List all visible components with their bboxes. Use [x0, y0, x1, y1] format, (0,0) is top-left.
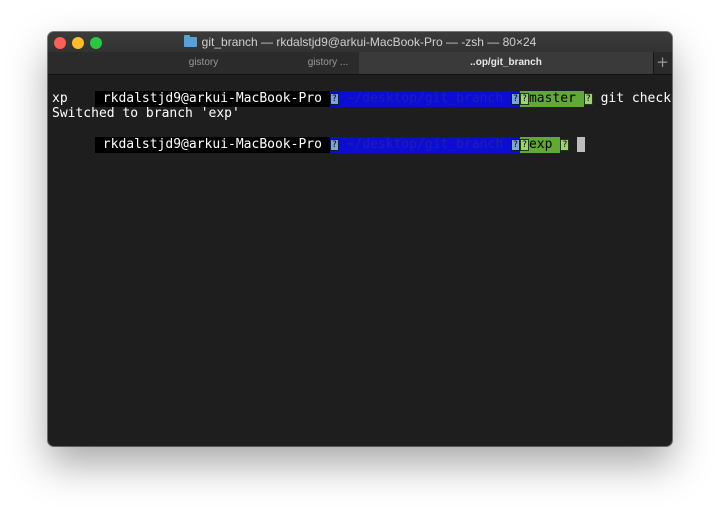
plus-icon: + [656, 53, 669, 71]
branch-icon: ? [519, 93, 529, 105]
prompt-path: ? ~/desktop/git_branch ? [329, 91, 520, 107]
prompt-path: ? ~/desktop/git_branch ? [329, 137, 520, 153]
prompt-path-text: ~/desktop/git_branch [338, 137, 511, 152]
prompt-path-icon: ? [329, 93, 339, 105]
window-title-text: git_branch — rkdalstjd9@arkui-MacBook-Pr… [201, 35, 537, 49]
folder-icon [183, 35, 197, 47]
prompt-end-glyph: ? [583, 93, 593, 105]
prompt-end-icon: ? [560, 137, 570, 153]
tab-bar: gistory gistory ... ..op/git_branch + [48, 52, 672, 75]
git-branch-icon: ? [510, 93, 520, 105]
command-text: git checkout e [593, 91, 672, 107]
tab-gistory-truncated[interactable]: gistory ... [297, 52, 359, 74]
prompt-end-glyph: ? [560, 139, 570, 151]
command-output: Switched to branch 'exp' [52, 106, 240, 121]
branch-icon: ? [519, 139, 529, 151]
tab-git-branch[interactable]: ..op/git_branch [359, 52, 654, 74]
wrapped-command: xp [52, 91, 68, 106]
tab-label: gistory [188, 57, 219, 68]
prompt-user: rkdalstjd9@arkui-MacBook-Pro [94, 137, 330, 153]
git-branch-icon: ? [510, 139, 520, 151]
command-value: git checkout e [600, 91, 672, 106]
window-title: git_branch — rkdalstjd9@arkui-MacBook-Pr… [48, 35, 672, 49]
text-cursor [577, 137, 586, 152]
tab-label: ..op/git_branch [470, 57, 542, 68]
prompt-branch: ? exp [519, 137, 561, 153]
prompt-line-current: rkdalstjd9@arkui-MacBook-Pro ? ~/desktop… [48, 121, 586, 153]
prompt-user: rkdalstjd9@arkui-MacBook-Pro [94, 91, 330, 107]
tab-label: gistory ... [307, 57, 349, 68]
prompt-branch-text: master [528, 91, 584, 106]
prompt-end-icon: ? [583, 91, 593, 107]
prompt-path-text: ~/desktop/git_branch [338, 91, 511, 106]
terminal-window: git_branch — rkdalstjd9@arkui-MacBook-Pr… [48, 32, 672, 446]
prompt-path-icon: ? [329, 139, 339, 151]
terminal-content[interactable]: rkdalstjd9@arkui-MacBook-Pro ? ~/desktop… [48, 75, 672, 446]
prompt-branch-text: exp [528, 137, 561, 152]
title-bar: git_branch — rkdalstjd9@arkui-MacBook-Pr… [48, 32, 672, 52]
input-area[interactable] [569, 137, 586, 153]
new-tab-button[interactable]: + [653, 52, 672, 74]
prompt-line: rkdalstjd9@arkui-MacBook-Pro ? ~/desktop… [48, 75, 672, 107]
prompt-branch: ? master [519, 91, 584, 107]
